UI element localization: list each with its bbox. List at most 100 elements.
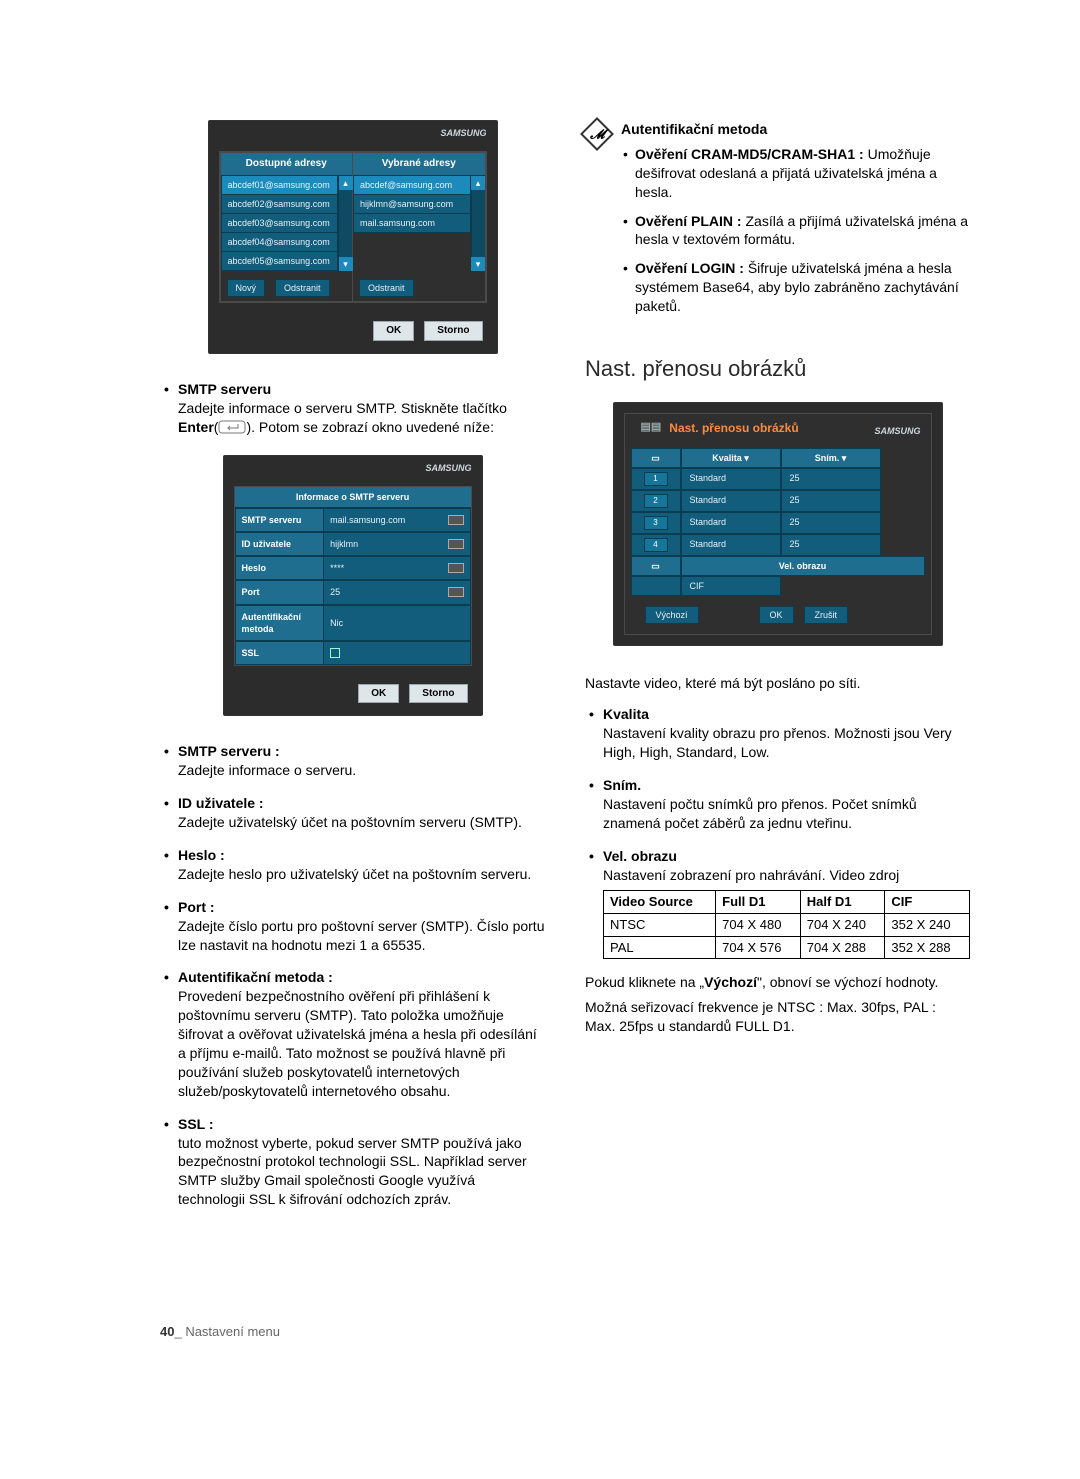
smtp-row-label: Heslo	[235, 556, 325, 580]
snim-cell[interactable]: 25	[781, 512, 881, 534]
smtp-auth-value[interactable]: Nic	[324, 605, 470, 641]
chevron-down-icon: ▾	[842, 453, 847, 463]
smtp-port-value[interactable]: 25	[324, 580, 470, 604]
samsung-logo: SAMSUNG	[425, 462, 471, 474]
ok-button[interactable]: OK	[759, 606, 794, 624]
scrollbar[interactable]: ▴ ▾	[338, 176, 352, 272]
video-size-table: Video Source Full D1 Half D1 CIF NTSC 70…	[603, 890, 970, 959]
transfer-intro: Nastavte video, které má být posláno po …	[585, 674, 970, 693]
item-lead: Vel. obrazu	[603, 847, 970, 866]
quality-cell[interactable]: Standard	[681, 512, 781, 534]
transfer-screenshot: ▤▤ Nast. přenosu obrázků SAMSUNG ▭ Kvali…	[613, 402, 943, 647]
channel-icon: 4	[631, 534, 681, 556]
vel-obrazu-header: Vel. obrazu	[681, 556, 925, 576]
item-body: Zadejte uživatelský účet na poštovním se…	[178, 813, 545, 832]
note-icon: 𝓜	[580, 117, 614, 151]
ok-button[interactable]: OK	[373, 321, 414, 341]
new-button[interactable]: Nový	[227, 279, 266, 297]
item-lead: Sním.	[603, 776, 970, 795]
channel-icon: 3	[631, 512, 681, 534]
ok-button[interactable]: OK	[358, 684, 399, 704]
snim-cell[interactable]: 25	[781, 534, 881, 556]
kvalita-header[interactable]: Kvalita ▾	[681, 448, 781, 468]
selected-header: Vybrané adresy	[353, 153, 485, 176]
enter-label: Enter	[178, 419, 214, 435]
monitor-icon: ▤▤	[641, 420, 662, 435]
transfer-footer-2: Možná seřizovací frekvence je NTSC : Max…	[585, 998, 970, 1036]
snim-header[interactable]: Sním. ▾	[781, 448, 881, 468]
channel-col-icon: ▭	[631, 448, 681, 468]
item-lead: ID uživatele :	[178, 794, 545, 813]
page-footer: 40_ Nastavení menu	[160, 1323, 970, 1341]
list-item[interactable]: abcdef04@samsung.com	[221, 233, 339, 252]
page-label: Nastavení menu	[185, 1324, 280, 1339]
transfer-box-title: Nast. přenosu obrázků	[669, 420, 798, 436]
smtp-screenshot: SAMSUNG Informace o SMTP serveru SMTP se…	[223, 455, 483, 717]
item-lead: SMTP serveru :	[178, 742, 545, 761]
item-body: Nastavení kvality obrazu pro přenos. Mož…	[603, 724, 970, 762]
item-lead: Heslo :	[178, 846, 545, 865]
item-body: Provedení bezpečnostního ověření při při…	[178, 987, 545, 1100]
smtp-heading: SMTP serveru	[178, 380, 545, 399]
smtp-row-label: Autentifikační metoda	[235, 605, 325, 641]
remove-right-button[interactable]: Odstranit	[359, 279, 414, 297]
list-item[interactable]: abcdef05@samsung.com	[221, 252, 339, 271]
samsung-logo: SAMSUNG	[440, 127, 486, 139]
channel-icon: 2	[631, 490, 681, 512]
auth-note-heading: Autentifikační metoda	[621, 120, 970, 139]
quality-cell[interactable]: Standard	[681, 468, 781, 490]
list-item[interactable]: abcdef01@samsung.com	[221, 176, 339, 195]
table-row: NTSC 704 X 480 704 X 240 352 X 240	[604, 914, 970, 937]
enter-key-icon: ()	[214, 418, 251, 437]
smtp-ssl-value[interactable]	[324, 641, 470, 665]
list-item[interactable]: abcdef@samsung.com	[353, 176, 471, 195]
table-header: Video Source	[604, 891, 716, 914]
quality-cell[interactable]: Standard	[681, 534, 781, 556]
remove-left-button[interactable]: Odstranit	[275, 279, 330, 297]
table-header: Full D1	[716, 891, 801, 914]
item-lead: Autentifikační metoda :	[178, 968, 545, 987]
cancel-button[interactable]: Storno	[424, 321, 482, 341]
transfer-footer-key: Výchozí	[704, 974, 757, 990]
table-row: PAL 704 X 576 704 X 288 352 X 288	[604, 936, 970, 959]
item-lead: Port :	[178, 898, 545, 917]
item-lead: SSL :	[178, 1115, 545, 1134]
scrollbar[interactable]: ▴ ▾	[471, 176, 485, 272]
snim-cell[interactable]: 25	[781, 468, 881, 490]
smtp-box-title: Informace o SMTP serveru	[235, 487, 471, 508]
scroll-up-icon[interactable]: ▴	[339, 176, 353, 190]
list-item[interactable]: hijklmn@samsung.com	[353, 195, 471, 214]
item-lead: Kvalita	[603, 705, 970, 724]
cancel-button[interactable]: Zrušit	[804, 606, 849, 624]
table-header: CIF	[885, 891, 970, 914]
smtp-server-value[interactable]: mail.samsung.com	[324, 508, 470, 532]
scroll-down-icon[interactable]: ▾	[339, 257, 353, 271]
cif-cell[interactable]: CIF	[681, 576, 781, 596]
cancel-button[interactable]: Storno	[409, 684, 467, 704]
smtp-user-value[interactable]: hijklmn	[324, 532, 470, 556]
samsung-logo: SAMSUNG	[874, 425, 920, 437]
smtp-paragraph: Zadejte informace o serveru SMTP. Stiskn…	[178, 400, 507, 416]
scroll-down-icon[interactable]: ▾	[471, 257, 485, 271]
list-item[interactable]: mail.samsung.com	[353, 214, 471, 233]
keyboard-icon[interactable]	[448, 563, 464, 573]
address-screenshot: SAMSUNG Dostupné adresy abcdef01@samsung…	[208, 120, 498, 354]
keyboard-icon[interactable]	[448, 587, 464, 597]
auth-sub-lead: Ověření LOGIN :	[635, 260, 744, 276]
transfer-heading: Nast. přenosu obrázků	[585, 354, 970, 384]
scroll-up-icon[interactable]: ▴	[471, 176, 485, 190]
quality-cell[interactable]: Standard	[681, 490, 781, 512]
list-item[interactable]: abcdef02@samsung.com	[221, 195, 339, 214]
item-body: Zadejte heslo pro uživatelský účet na po…	[178, 865, 545, 884]
default-button[interactable]: Výchozí	[645, 606, 699, 624]
item-body: tuto možnost vyberte, pokud server SMTP …	[178, 1134, 545, 1210]
smtp-row-label: SSL	[235, 641, 325, 665]
item-body: Zadejte číslo portu pro poštovní server …	[178, 917, 545, 955]
snim-cell[interactable]: 25	[781, 490, 881, 512]
list-item[interactable]: abcdef03@samsung.com	[221, 214, 339, 233]
keyboard-icon[interactable]	[448, 539, 464, 549]
chevron-down-icon: ▾	[744, 453, 749, 463]
channel-icon: 1	[631, 468, 681, 490]
smtp-pass-value[interactable]: ****	[324, 556, 470, 580]
keyboard-icon[interactable]	[448, 515, 464, 525]
